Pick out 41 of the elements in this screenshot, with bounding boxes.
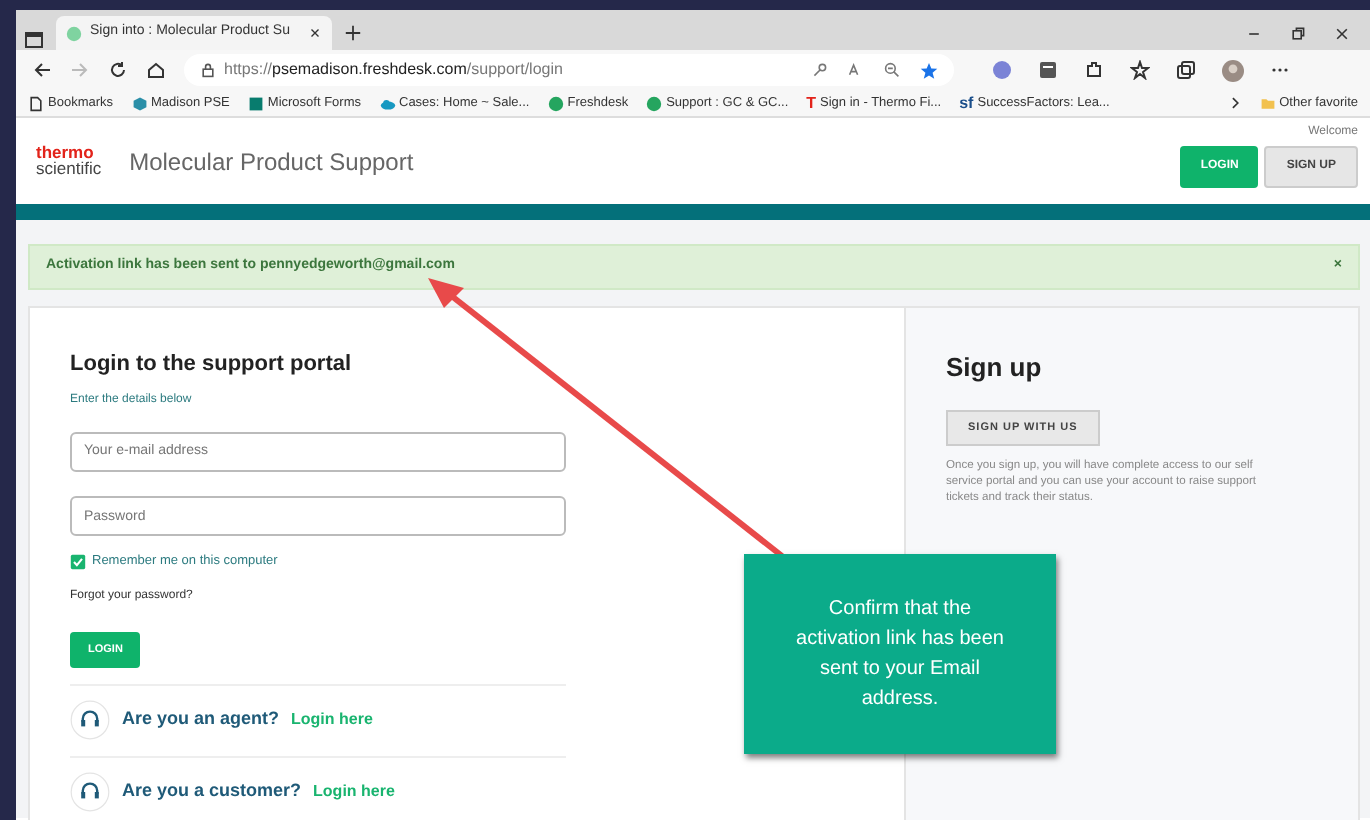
lock-icon <box>200 62 216 78</box>
url-text: https://psemadison.freshdesk.com/support/login <box>224 58 563 82</box>
callout-note: Confirm that the activation link has been sent to your Email address. <box>744 554 1056 754</box>
reload-icon[interactable] <box>108 60 128 80</box>
forms-icon <box>247 95 264 111</box>
home-icon[interactable] <box>146 60 166 80</box>
tab-actions-icon[interactable] <box>24 30 44 50</box>
site-icon: T <box>806 91 817 115</box>
close-icon[interactable] <box>308 26 322 40</box>
zoom-icon[interactable] <box>884 62 900 78</box>
avatar-icon[interactable] <box>1222 59 1244 81</box>
page-icon <box>28 95 44 111</box>
sign-up-heading: Sign up <box>946 349 1044 386</box>
remember-checkbox[interactable] <box>70 553 86 570</box>
favorites-icon[interactable] <box>1130 60 1150 80</box>
site-icon <box>547 95 564 111</box>
new-tab-icon[interactable] <box>344 24 362 42</box>
read-aloud-icon[interactable] <box>848 62 864 78</box>
restore-icon[interactable] <box>1290 26 1306 42</box>
prompt-question: Are you an agent? <box>122 706 280 733</box>
cube-icon <box>131 95 148 111</box>
collections-icon[interactable] <box>1176 60 1196 80</box>
star-icon[interactable] <box>920 61 938 79</box>
headset-icon <box>70 700 110 740</box>
site-icon: sf <box>959 91 974 115</box>
cloud-icon <box>379 95 395 111</box>
address-field[interactable]: https://psemadison.freshdesk.com/support/login <box>184 54 954 86</box>
login-heading: Login to the support portal <box>70 349 354 379</box>
back-icon[interactable] <box>32 60 52 80</box>
site-icon <box>646 95 663 111</box>
site-title: Molecular Product Support <box>129 145 414 179</box>
extension-icon[interactable] <box>992 60 1012 80</box>
key-icon[interactable] <box>812 62 828 78</box>
extension-icon[interactable] <box>1038 60 1058 80</box>
folder-icon <box>1259 95 1276 111</box>
close-icon[interactable] <box>1334 26 1350 42</box>
logo: thermo scientific <box>36 146 102 176</box>
site-icon <box>66 25 82 41</box>
headset-icon <box>70 772 110 812</box>
chevron-icon[interactable] <box>1227 96 1242 110</box>
prompt-question: Are you a customer? <box>122 778 302 805</box>
